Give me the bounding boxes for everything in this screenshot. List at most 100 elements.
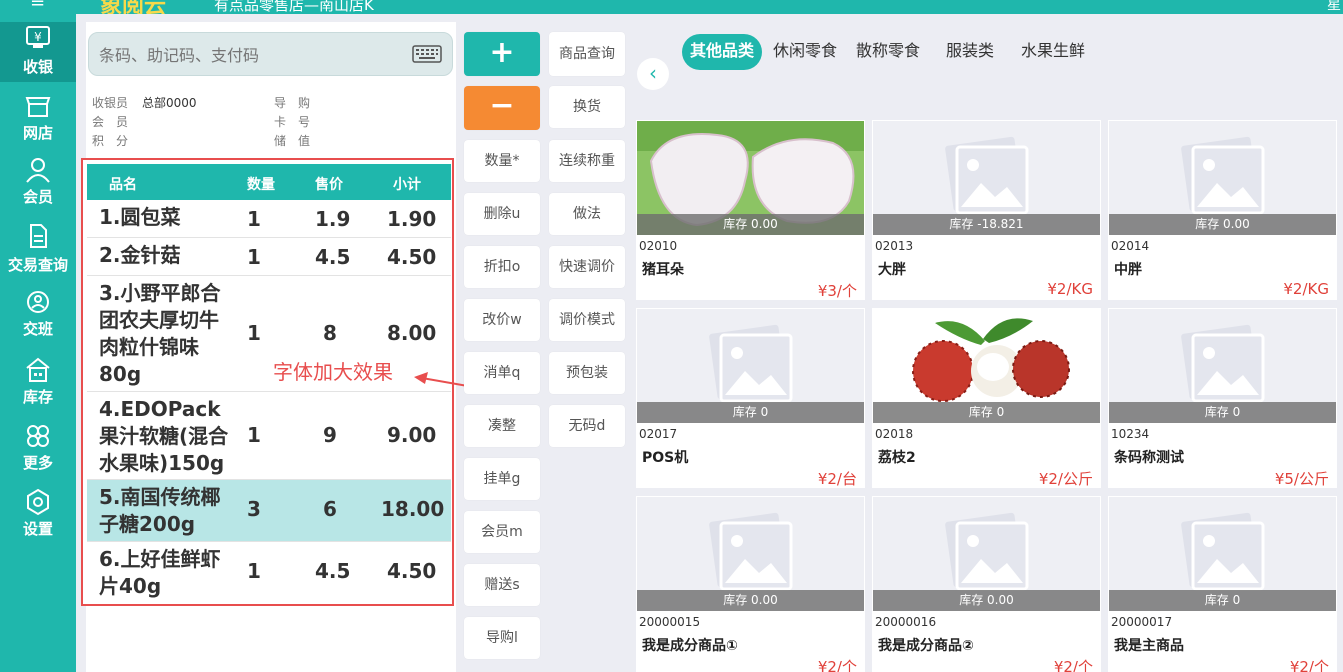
nav-label: 收银 — [22, 58, 53, 76]
product-code: 02010 — [639, 239, 678, 253]
guide-label[interactable]: 导 购 — [274, 94, 310, 111]
exchange-button[interactable]: 换货 — [549, 86, 625, 128]
table-row[interactable]: 1.圆包菜 1 1.9 1.90 — [87, 200, 451, 238]
continuous-weigh-button[interactable]: 连续称重 — [549, 140, 625, 182]
nav-item-store[interactable]: 网店 — [0, 90, 76, 150]
product-card[interactable]: 库存 0.00 20000016 我是成分商品② ¥2/个 — [872, 496, 1101, 672]
no-barcode-button[interactable]: 无码d — [549, 405, 625, 447]
item-name: 4.EDOPack果汁软糖(混合水果味)150g — [99, 397, 229, 475]
table-row[interactable]: 6.上好佳鲜虾片40g 1 4.5 4.50 — [87, 542, 451, 602]
top-right-text[interactable]: 星 — [1327, 0, 1341, 14]
item-qty[interactable]: 1 — [247, 207, 261, 231]
product-price: ¥2/个 — [817, 658, 857, 672]
stock-label: 库存 0 — [1109, 402, 1336, 423]
price-mode-button[interactable]: 调价模式 — [549, 299, 625, 341]
hamburger-icon[interactable]: ≡ — [30, 0, 45, 12]
category-tab-snacks[interactable]: 休闲零食 — [773, 34, 837, 70]
nav-item-transactions[interactable]: 交易查询 — [0, 220, 76, 280]
nav-item-settings[interactable]: 设置 — [0, 486, 76, 546]
settings-icon — [27, 488, 49, 516]
category-tab-clothing[interactable]: 服装类 — [946, 34, 994, 70]
product-card[interactable]: 库存 0 10234 条码称测试 ¥5/公斤 — [1108, 308, 1337, 488]
cancel-order-button[interactable]: 消单q — [464, 352, 540, 394]
prepack-button[interactable]: 预包装 — [549, 352, 625, 394]
product-name: 猪耳朵 — [642, 262, 684, 278]
quick-price-button[interactable]: 快速调价 — [549, 246, 625, 288]
stock-label: 库存 0.00 — [637, 590, 864, 611]
chevron-left-icon[interactable]: ‹ — [637, 58, 669, 90]
guide-button[interactable]: 导购l — [464, 617, 540, 659]
nav-item-member[interactable]: 会员 — [0, 154, 76, 214]
shift-icon — [27, 291, 49, 313]
category-tab-bulk-snacks[interactable]: 散称零食 — [856, 34, 920, 70]
product-code: 02018 — [875, 427, 914, 441]
product-card[interactable]: 库存 0.00 02010 猪耳朵 ¥3/个 — [636, 120, 865, 300]
decrease-qty-button[interactable]: − — [464, 86, 540, 130]
product-card[interactable]: 库存 0 02018 荔枝2 ¥2/公斤 — [872, 308, 1101, 488]
method-button[interactable]: 做法 — [549, 193, 625, 235]
cashier-icon: ¥ — [26, 26, 50, 48]
item-qty[interactable]: 3 — [247, 497, 261, 521]
member-button[interactable]: 会员m — [464, 511, 540, 553]
cashier-value: 总部0000 — [142, 96, 197, 110]
main-nav: ¥ 收银 网店 会员 交易查询 交班 库存 更多 设置 — [0, 14, 76, 672]
item-subtotal: 4.50 — [387, 559, 437, 583]
category-tab-fruit[interactable]: 水果生鲜 — [1021, 34, 1085, 70]
keyboard-icon[interactable] — [412, 45, 442, 63]
item-price[interactable]: 8 — [323, 321, 337, 345]
cart-table: 品名 数量 售价 小计 1.圆包菜 1 1.9 1.90 2.金针菇 1 4.5… — [81, 158, 454, 606]
quantity-button[interactable]: 数量* — [464, 140, 540, 182]
hold-order-button[interactable]: 挂单g — [464, 458, 540, 500]
item-qty[interactable]: 1 — [247, 245, 261, 269]
product-query-button[interactable]: 商品查询 — [549, 32, 625, 76]
stock-label: 库存 0 — [637, 402, 864, 423]
item-qty[interactable]: 1 — [247, 559, 261, 583]
item-price[interactable]: 6 — [323, 497, 337, 521]
brand-logo: 象阅云 — [100, 0, 167, 14]
item-qty[interactable]: 1 — [247, 321, 261, 345]
category-tab-other[interactable]: 其他品类 — [682, 34, 763, 70]
product-code: 02017 — [639, 427, 678, 441]
nav-item-inventory[interactable]: 库存 — [0, 354, 76, 414]
product-price: ¥5/公斤 — [1274, 470, 1329, 488]
item-price[interactable]: 4.5 — [315, 245, 350, 269]
item-name: 5.南国传统椰子糖200g — [99, 485, 221, 536]
product-code: 20000015 — [639, 615, 701, 629]
item-price[interactable]: 9 — [323, 423, 337, 447]
nav-item-cashier[interactable]: ¥ 收银 — [0, 22, 76, 82]
table-row[interactable]: 3.小野平郎合团农夫厚切牛肉粒什锦味80g 1 8 8.00 — [87, 276, 451, 392]
store-selector[interactable]: 有点品零售店—南山店K — [214, 0, 374, 14]
item-subtotal: 9.00 — [387, 423, 437, 447]
product-code: 20000016 — [875, 615, 937, 629]
item-subtotal: 8.00 — [387, 321, 437, 345]
item-name: 1.圆包菜 — [99, 205, 181, 229]
increase-qty-button[interactable]: + — [464, 32, 540, 76]
product-card[interactable]: 库存 0 02017 POS机 ¥2/台 — [636, 308, 865, 488]
product-card[interactable]: 库存 0.00 02014 中胖 ¥2/KG — [1108, 120, 1337, 300]
nav-item-shift[interactable]: 交班 — [0, 286, 76, 346]
discount-button[interactable]: 折扣o — [464, 246, 540, 288]
cashier-label: 收银员 — [92, 96, 129, 110]
round-off-button[interactable]: 凑整 — [464, 405, 540, 447]
member-label[interactable]: 会 员 — [92, 113, 128, 130]
change-price-button[interactable]: 改价w — [464, 299, 540, 341]
item-name: 3.小野平郎合团农夫厚切牛肉粒什锦味80g — [99, 281, 221, 386]
product-card[interactable]: 库存 -18.821 02013 大胖 ¥2/KG — [872, 120, 1101, 300]
cart-header: 品名 数量 售价 小计 — [87, 164, 451, 200]
table-row-selected[interactable]: 5.南国传统椰子糖200g 3 6 18.00 — [87, 480, 451, 542]
item-price[interactable]: 4.5 — [315, 559, 350, 583]
product-card[interactable]: 库存 0.00 20000015 我是成分商品① ¥2/个 — [636, 496, 865, 672]
product-card[interactable]: 库存 0 20000017 我是主商品 ¥2/个 — [1108, 496, 1337, 672]
nav-item-more[interactable]: 更多 — [0, 420, 76, 480]
table-row[interactable]: 4.EDOPack果汁软糖(混合水果味)150g 1 9 9.00 — [87, 392, 451, 480]
delete-button[interactable]: 删除u — [464, 193, 540, 235]
search-input[interactable] — [99, 43, 399, 67]
product-code: 20000017 — [1111, 615, 1173, 629]
gift-button[interactable]: 赠送s — [464, 564, 540, 606]
nav-label: 更多 — [22, 454, 53, 472]
product-name: 我是成分商品① — [642, 638, 738, 654]
item-qty[interactable]: 1 — [247, 423, 261, 447]
table-row[interactable]: 2.金针菇 1 4.5 4.50 — [87, 238, 451, 276]
item-price[interactable]: 1.9 — [315, 207, 350, 231]
svg-text:¥: ¥ — [34, 30, 42, 44]
